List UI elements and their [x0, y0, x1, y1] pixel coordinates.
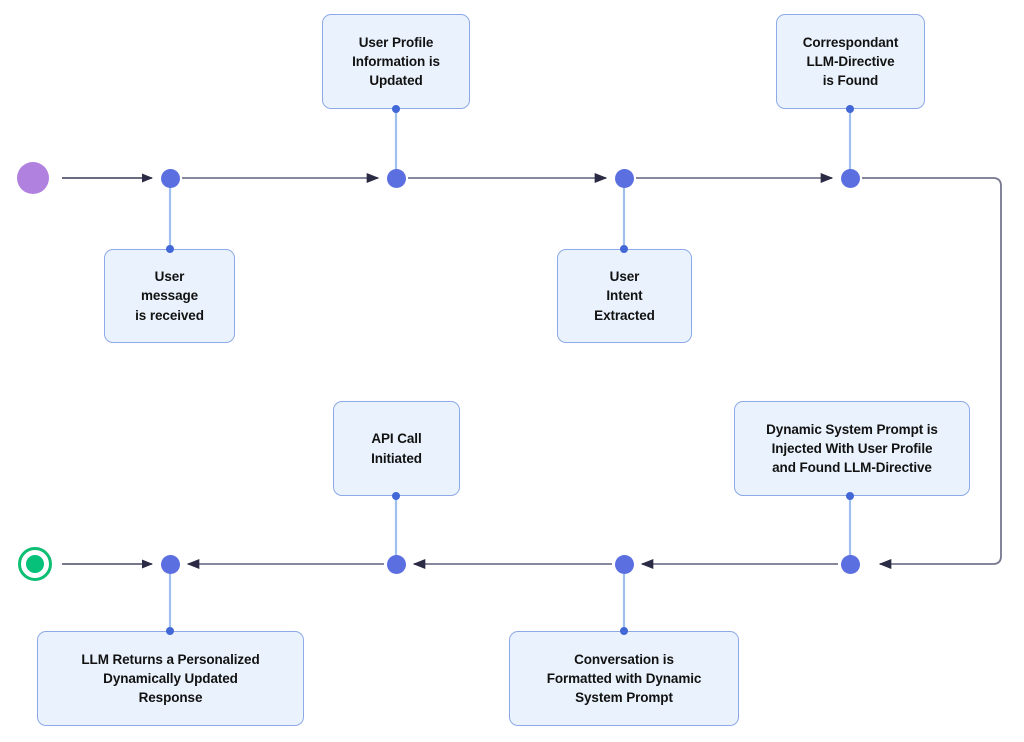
step-label-8: LLM Returns a Personalized Dynamically U… — [81, 651, 260, 706]
milestone-step-1[interactable] — [160, 168, 180, 188]
milestone-step-6[interactable] — [614, 554, 634, 574]
step-label-2: User Profile Information is Updated — [352, 34, 440, 89]
step-box-api-call-initiated[interactable]: API Call Initiated — [333, 401, 460, 496]
start-marker — [17, 162, 49, 194]
step-box-user-profile-updated[interactable]: User Profile Information is Updated — [322, 14, 470, 109]
step-box-user-message-received[interactable]: User message is received — [104, 249, 235, 343]
milestone-step-3[interactable] — [614, 168, 634, 188]
step-box-dynamic-system-prompt-injected[interactable]: Dynamic System Prompt is Injected With U… — [734, 401, 970, 496]
milestone-step-7[interactable] — [386, 554, 406, 574]
end-marker-core — [26, 555, 44, 573]
step-label-5: Dynamic System Prompt is Injected With U… — [766, 421, 938, 476]
end-marker — [18, 547, 52, 581]
milestone-step-8[interactable] — [160, 554, 180, 574]
milestone-step-4[interactable] — [840, 168, 860, 188]
step-box-conversation-formatted[interactable]: Conversation is Formatted with Dynamic S… — [509, 631, 739, 726]
box-stems — [168, 109, 852, 631]
step-label-3: User Intent Extracted — [594, 269, 655, 323]
step-label-4: Correspondant LLM-Directive is Found — [802, 34, 899, 89]
box-anchor-step-5 — [846, 492, 854, 500]
timeline-flow-diagram: User message is received User Profile In… — [0, 0, 1024, 742]
row-wrap-connector — [862, 177, 1002, 570]
step-label-7: API Call Initiated — [371, 431, 422, 466]
box-anchor-step-6 — [620, 627, 628, 635]
box-anchor-step-7 — [392, 492, 400, 500]
box-anchor-step-2 — [392, 105, 400, 113]
box-anchor-step-8 — [166, 627, 174, 635]
milestone-step-2[interactable] — [386, 168, 406, 188]
step-label-6: Conversation is Formatted with Dynamic S… — [546, 651, 702, 706]
box-anchor-step-4 — [846, 105, 854, 113]
step-label-1: User message is received — [135, 269, 204, 323]
box-anchor-step-3 — [620, 245, 628, 253]
milestone-step-5[interactable] — [840, 554, 860, 574]
step-box-llm-directive-found[interactable]: Correspondant LLM-Directive is Found — [776, 14, 925, 109]
box-anchor-step-1 — [166, 245, 174, 253]
step-box-user-intent-extracted[interactable]: User Intent Extracted — [557, 249, 692, 343]
step-box-llm-returns-response[interactable]: LLM Returns a Personalized Dynamically U… — [37, 631, 304, 726]
